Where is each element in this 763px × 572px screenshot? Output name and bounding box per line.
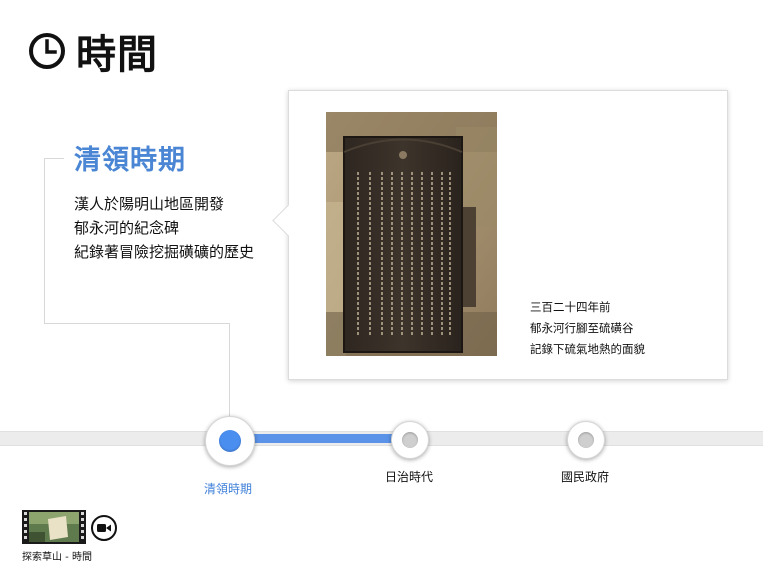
era-description: 漢人於陽明山地區開發 郁永河的紀念碑 紀錄著冒險挖掘磺礦的歷史 [74,192,254,264]
monument-photo [326,112,497,356]
era-description-line: 郁永河的紀念碑 [74,219,180,237]
timeline-node-dot [578,432,594,448]
caption-line: 郁永河行腳至硫磺谷 [530,321,634,335]
caption-line: 記錄下硫氣地熱的面貌 [530,342,645,356]
caption-line: 三百二十四年前 [530,300,611,314]
page-header: 時間 [28,22,158,80]
timeline-label-qing[interactable]: 清領時期 [204,480,252,497]
timeline-node-government[interactable] [567,421,605,459]
era-description-line: 紀錄著冒險挖掘磺礦的歷史 [74,243,255,261]
timeline-node-japanese[interactable] [391,421,429,459]
clock-icon [29,33,65,69]
bracket-line-bottom [44,323,230,324]
page-title: 時間 [76,32,158,78]
info-card: 三百二十四年前 郁永河行腳至硫磺谷 記錄下硫氣地熱的面貌 [272,90,728,380]
timeline-node-qing[interactable] [205,416,255,466]
timeline-label-japanese[interactable]: 日治時代 [385,468,433,485]
bracket-connector-line [229,323,230,418]
footer-label: 探索草山 - 時間 [22,552,92,563]
video-thumbnail[interactable] [22,510,86,544]
timeline-node-dot [219,430,241,452]
timeline-label-government[interactable]: 國民政府 [561,468,609,485]
timeline-progress-bar [230,434,410,443]
bracket-line-left [44,158,45,324]
timeline-node-dot [402,432,418,448]
card-pointer [272,204,305,237]
video-camera-button[interactable] [91,515,117,541]
era-title: 清領時期 [74,145,186,176]
video-camera-icon [97,524,111,532]
photo-caption: 三百二十四年前 郁永河行腳至硫磺谷 記錄下硫氣地熱的面貌 [530,297,645,360]
bracket-line-top [44,158,64,159]
era-description-line: 漢人於陽明山地區開發 [74,195,225,213]
